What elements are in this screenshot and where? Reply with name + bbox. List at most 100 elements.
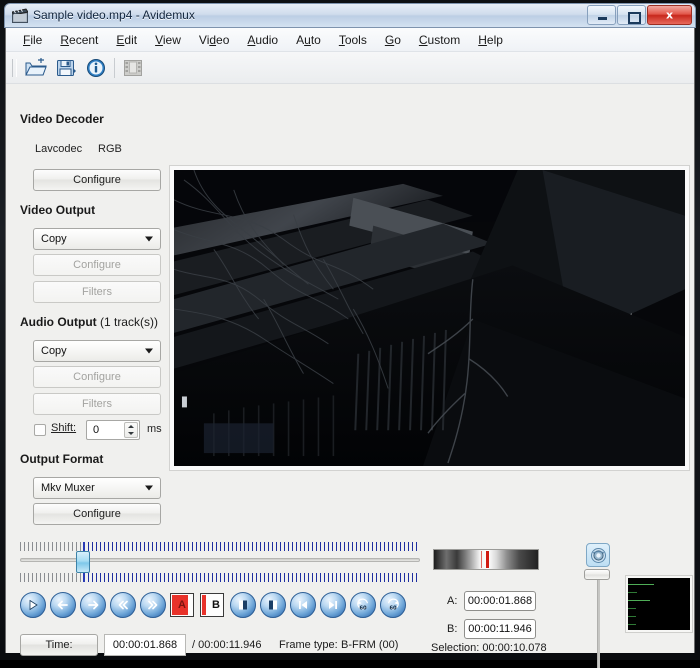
- audio-shift-input[interactable]: 0: [86, 420, 140, 440]
- menu-recent[interactable]: Recent: [51, 30, 107, 50]
- menu-go[interactable]: Go: [376, 30, 410, 50]
- timeline-tick: [64, 573, 65, 582]
- close-button[interactable]: x: [647, 5, 692, 25]
- chevron-down-icon: [145, 348, 153, 354]
- timeline-tick: [36, 542, 37, 551]
- maximize-button[interactable]: [617, 5, 646, 25]
- menu-tools[interactable]: Tools: [330, 30, 376, 50]
- go-to-start-button[interactable]: [290, 592, 316, 618]
- audio-shift-stepper[interactable]: [124, 422, 138, 438]
- set-marker-b-button[interactable]: B: [200, 593, 224, 617]
- marker-b-time-field[interactable]: 00:00:11.946: [464, 619, 536, 639]
- output-format-configure-button[interactable]: Configure: [33, 503, 161, 525]
- timeline-tick: [44, 542, 45, 551]
- audio-output-codec-select[interactable]: Copy: [33, 340, 161, 362]
- current-time-field[interactable]: 00:00:01.868: [104, 634, 186, 656]
- menu-help[interactable]: Help: [469, 30, 512, 50]
- timeline-tick: [80, 573, 81, 582]
- video-decoder-configure-button[interactable]: Configure: [33, 169, 161, 191]
- timeline-tick: [52, 542, 53, 551]
- timeline-tick: [28, 573, 29, 582]
- menu-edit[interactable]: Edit: [107, 30, 146, 50]
- set-marker-a-button[interactable]: A: [170, 593, 194, 617]
- open-file-icon[interactable]: [21, 54, 51, 82]
- info-icon[interactable]: [81, 54, 111, 82]
- timeline-selection-band: [83, 542, 420, 582]
- audio-output-filters-button[interactable]: Filters: [33, 393, 161, 415]
- menu-view[interactable]: View: [146, 30, 190, 50]
- menu-audio[interactable]: Audio: [238, 30, 287, 50]
- marker-a-label: A: [178, 599, 186, 611]
- timeline-tick: [68, 573, 69, 582]
- timeline-tick: [48, 573, 49, 582]
- toolbar-grip[interactable]: [12, 58, 17, 77]
- minimize-button[interactable]: [587, 5, 616, 25]
- menu-custom[interactable]: Custom: [410, 30, 469, 50]
- timeline-tick: [40, 542, 41, 551]
- film-strip-icon: [118, 54, 148, 82]
- transport-controls: A B 60 60: [20, 592, 420, 622]
- menu-file[interactable]: File: [14, 30, 51, 50]
- selection-duration-label: Selection: 00:00:10.078: [431, 642, 547, 654]
- decoder-colorspace-label: RGB: [98, 143, 122, 155]
- chevron-down-icon: [128, 432, 134, 435]
- go-to-marker-a-button[interactable]: [230, 592, 256, 618]
- chevron-down-icon: [145, 236, 153, 242]
- volume-slider-thumb[interactable]: [584, 569, 610, 580]
- frame-navigation-strip[interactable]: [433, 549, 539, 570]
- video-output-codec-value: Copy: [41, 233, 67, 245]
- video-output-configure-button[interactable]: Configure: [33, 254, 161, 276]
- output-format-select[interactable]: Mkv Muxer: [33, 477, 161, 499]
- marker-a-field-label: A:: [447, 595, 458, 607]
- go-to-end-button[interactable]: [320, 592, 346, 618]
- video-output-codec-select[interactable]: Copy: [33, 228, 161, 250]
- previous-frame-button[interactable]: [50, 592, 76, 618]
- timeline-tick: [20, 542, 21, 551]
- next-frame-button[interactable]: [80, 592, 106, 618]
- speaker-volume-icon[interactable]: [586, 543, 610, 567]
- tool-bar: [6, 52, 694, 84]
- audio-output-track-count: (1 track(s)): [96, 315, 158, 329]
- audio-level-meter: [625, 575, 693, 633]
- previous-keyframe-button[interactable]: [110, 592, 136, 618]
- video-output-heading: Video Output: [20, 203, 96, 217]
- timeline-tick: [28, 542, 29, 551]
- back-60s-button[interactable]: 60: [350, 592, 376, 618]
- video-output-filters-button[interactable]: Filters: [33, 281, 161, 303]
- timeline-tick: [20, 573, 21, 582]
- audio-meter-mark: [628, 592, 637, 593]
- timeline-tick: [40, 573, 41, 582]
- timeline-tick: [44, 573, 45, 582]
- chevron-up-icon: [128, 425, 134, 428]
- total-time-label: / 00:00:11.946: [192, 639, 262, 651]
- go-to-marker-b-button[interactable]: [260, 592, 286, 618]
- time-button[interactable]: Time:: [20, 634, 98, 656]
- volume-slider-track[interactable]: [597, 573, 600, 668]
- close-icon: x: [665, 8, 674, 22]
- frame-type-label: Frame type:: [279, 639, 338, 651]
- save-file-icon[interactable]: [51, 54, 81, 82]
- timeline-tick: [76, 573, 77, 582]
- film-clapper-icon: [11, 8, 29, 23]
- client-area: File Recent Edit View Video Audio Auto T…: [5, 28, 695, 668]
- play-button[interactable]: [20, 592, 46, 618]
- forward-60s-button[interactable]: 60: [380, 592, 406, 618]
- timeline-thumb[interactable]: [76, 551, 90, 573]
- audio-shift-checkbox[interactable]: [34, 424, 46, 436]
- timeline-tick: [56, 542, 57, 551]
- menu-video[interactable]: Video: [190, 30, 239, 50]
- svg-text:60: 60: [389, 605, 397, 611]
- audio-output-configure-button[interactable]: Configure: [33, 366, 161, 388]
- timeline-tick: [76, 542, 77, 551]
- timeline-slider[interactable]: [20, 540, 420, 584]
- next-keyframe-button[interactable]: [140, 592, 166, 618]
- decoder-codec-label: Lavcodec: [35, 143, 83, 155]
- video-preview-image[interactable]: [174, 170, 685, 466]
- menu-auto[interactable]: Auto: [287, 30, 330, 50]
- timeline-tick: [56, 573, 57, 582]
- audio-meter-mark: [628, 600, 650, 601]
- timeline-tick: [24, 542, 25, 551]
- audio-output-heading: Audio Output (1 track(s)): [20, 315, 158, 329]
- marker-b-field-label: B:: [447, 623, 458, 635]
- marker-a-time-field[interactable]: 00:00:01.868: [464, 591, 536, 611]
